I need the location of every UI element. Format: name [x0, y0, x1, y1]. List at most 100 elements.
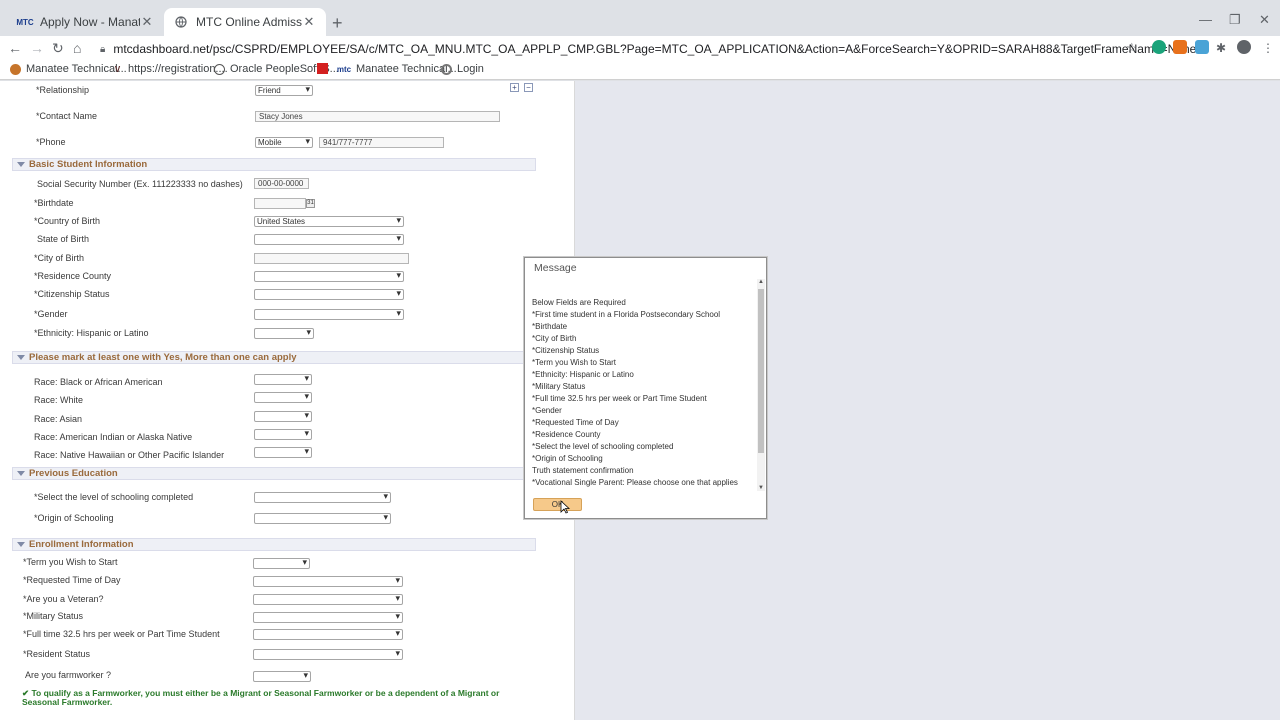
- menu-icon[interactable]: ⋮: [1262, 40, 1274, 56]
- contact-name-input[interactable]: Stacy Jones: [255, 111, 500, 122]
- military-status-label: *Military Status: [23, 611, 84, 621]
- scroll-up-icon[interactable]: ▲: [757, 279, 765, 285]
- tab-title: Apply Now - Manatee Technical Inst: [40, 15, 140, 29]
- address-bar[interactable]: 🔒︎ mtcdashboard.net/psc/CSPRD/EMPLOYEE/S…: [100, 40, 1196, 58]
- message-line: *Origin of Schooling: [532, 454, 603, 463]
- message-dialog: Message Below Fields are Required *First…: [524, 257, 767, 519]
- scroll-down-icon[interactable]: ▼: [757, 485, 765, 491]
- bookmarks-bar: Manatee Technical... V https://registrat…: [0, 60, 1280, 80]
- bookmark-label: https://registration....: [128, 63, 228, 75]
- remove-row-icon[interactable]: −: [524, 83, 533, 92]
- phone-type-select[interactable]: Mobile: [255, 137, 313, 148]
- new-tab-icon[interactable]: +: [332, 14, 343, 32]
- message-line: *Residence County: [532, 430, 601, 439]
- application-form: + − *Relationship Friend *Contact Name S…: [0, 81, 575, 720]
- gender-label: *Gender: [34, 309, 68, 319]
- ok-button[interactable]: OK: [533, 498, 582, 511]
- city-input[interactable]: [254, 253, 409, 264]
- full-time-select[interactable]: [253, 629, 403, 640]
- country-label: *Country of Birth: [34, 216, 101, 226]
- basic-info-section-header[interactable]: Basic Student Information: [12, 158, 536, 171]
- birthdate-label: *Birthdate: [34, 198, 74, 208]
- message-line: *Ethnicity: Hispanic or Latino: [532, 370, 634, 379]
- back-icon[interactable]: ←: [8, 40, 22, 56]
- red-book-icon: [317, 63, 328, 74]
- state-label: State of Birth: [37, 234, 90, 244]
- citizenship-select[interactable]: [254, 289, 404, 300]
- term-label: *Term you Wish to Start: [23, 557, 118, 567]
- race-select[interactable]: [254, 411, 312, 422]
- screen-capture-icon[interactable]: [1195, 40, 1209, 54]
- state-select[interactable]: [254, 234, 404, 245]
- race-select[interactable]: [254, 447, 312, 458]
- bookmark-favicon-icon: [10, 63, 21, 75]
- time-of-day-select[interactable]: [253, 576, 403, 587]
- farmworker-select[interactable]: [253, 671, 311, 682]
- bookmark-item[interactable]: Manatee Technical...: [10, 63, 127, 75]
- bookmark-item[interactable]: V https://registration....: [112, 63, 228, 75]
- close-tab-icon[interactable]: ✕: [140, 14, 154, 30]
- ssn-input[interactable]: 000-00-0000: [254, 178, 309, 189]
- close-tab-icon[interactable]: ✕: [302, 14, 316, 30]
- v-logo-icon: V: [114, 64, 121, 74]
- mouse-pointer-icon: [560, 500, 570, 514]
- calendar-icon[interactable]: 31: [306, 199, 315, 208]
- message-line: *Requested Time of Day: [532, 418, 619, 427]
- veteran-label: *Are you a Veteran?: [23, 594, 104, 604]
- restore-icon[interactable]: ❐: [1229, 12, 1241, 28]
- bookmark-item[interactable]: mtc Manatee Technical...: [337, 63, 457, 75]
- phone-input[interactable]: 941/777-7777: [319, 137, 444, 148]
- close-window-icon[interactable]: ✕: [1259, 12, 1270, 28]
- city-label: *City of Birth: [34, 253, 85, 263]
- profile-avatar[interactable]: [1237, 40, 1251, 54]
- home-icon[interactable]: ⌂: [73, 40, 81, 56]
- bookmark-item[interactable]: [317, 63, 333, 74]
- grammarly-icon[interactable]: [1152, 40, 1166, 54]
- message-line: *Vocational Single Parent: Please choose…: [532, 478, 738, 487]
- country-select[interactable]: United States: [254, 216, 404, 227]
- race-label: Race: Black or African American: [34, 377, 163, 387]
- veteran-select[interactable]: [253, 594, 403, 605]
- education-section-header[interactable]: Previous Education: [12, 467, 536, 480]
- add-row-icon[interactable]: +: [510, 83, 519, 92]
- county-label: *Residence County: [34, 271, 112, 281]
- ethnicity-select[interactable]: [254, 328, 314, 339]
- tab-online-admission[interactable]: MTC Online Admission Appln ✕: [164, 8, 326, 36]
- scroll-thumb[interactable]: [758, 289, 764, 453]
- forward-icon[interactable]: →: [30, 40, 44, 56]
- term-select[interactable]: [253, 558, 310, 569]
- bookmark-star-icon[interactable]: ☆: [1126, 40, 1138, 56]
- tab-title: MTC Online Admission Appln: [196, 15, 302, 29]
- military-status-select[interactable]: [253, 612, 403, 623]
- resident-status-label: *Resident Status: [23, 649, 91, 659]
- enrollment-section-header[interactable]: Enrollment Information: [12, 538, 536, 551]
- race-select[interactable]: [254, 429, 312, 440]
- race-label: Race: Asian: [34, 414, 83, 424]
- reload-icon[interactable]: ↻: [52, 40, 64, 56]
- race-select[interactable]: [254, 392, 312, 403]
- login-icon: [441, 63, 452, 75]
- dialog-scrollbar[interactable]: ▲ ▼: [757, 279, 765, 491]
- race-select[interactable]: [254, 374, 312, 385]
- resident-status-select[interactable]: [253, 649, 403, 660]
- puzzle-icon[interactable]: ✱: [1216, 40, 1226, 56]
- county-select[interactable]: [254, 271, 404, 282]
- minimize-icon[interactable]: —: [1199, 12, 1212, 27]
- message-line: *First time student in a Florida Postsec…: [532, 310, 721, 319]
- bookmark-item[interactable]: Login: [441, 63, 484, 75]
- url-text: mtcdashboard.net/psc/CSPRD/EMPLOYEE/SA/c…: [113, 42, 1197, 56]
- message-line: *Select the level of schooling completed: [532, 442, 674, 451]
- origin-schooling-select[interactable]: [254, 513, 391, 524]
- extension-icon[interactable]: [1173, 40, 1187, 54]
- lock-icon: 🔒︎: [100, 43, 106, 55]
- schooling-level-label: *Select the level of schooling completed: [34, 492, 194, 502]
- schooling-level-select[interactable]: [254, 492, 391, 503]
- race-section-header[interactable]: Please mark at least one with Yes, More …: [12, 351, 536, 364]
- ssn-label: Social Security Number (Ex. 111223333 no…: [37, 179, 243, 189]
- tab-apply-now[interactable]: MTC Apply Now - Manatee Technical Inst ✕: [8, 8, 164, 36]
- relationship-select[interactable]: Friend: [255, 85, 313, 96]
- birthdate-input[interactable]: [254, 198, 306, 209]
- mtc-favicon-icon: MTC: [16, 17, 34, 27]
- message-line: Below Fields are Required: [532, 298, 626, 307]
- gender-select[interactable]: [254, 309, 404, 320]
